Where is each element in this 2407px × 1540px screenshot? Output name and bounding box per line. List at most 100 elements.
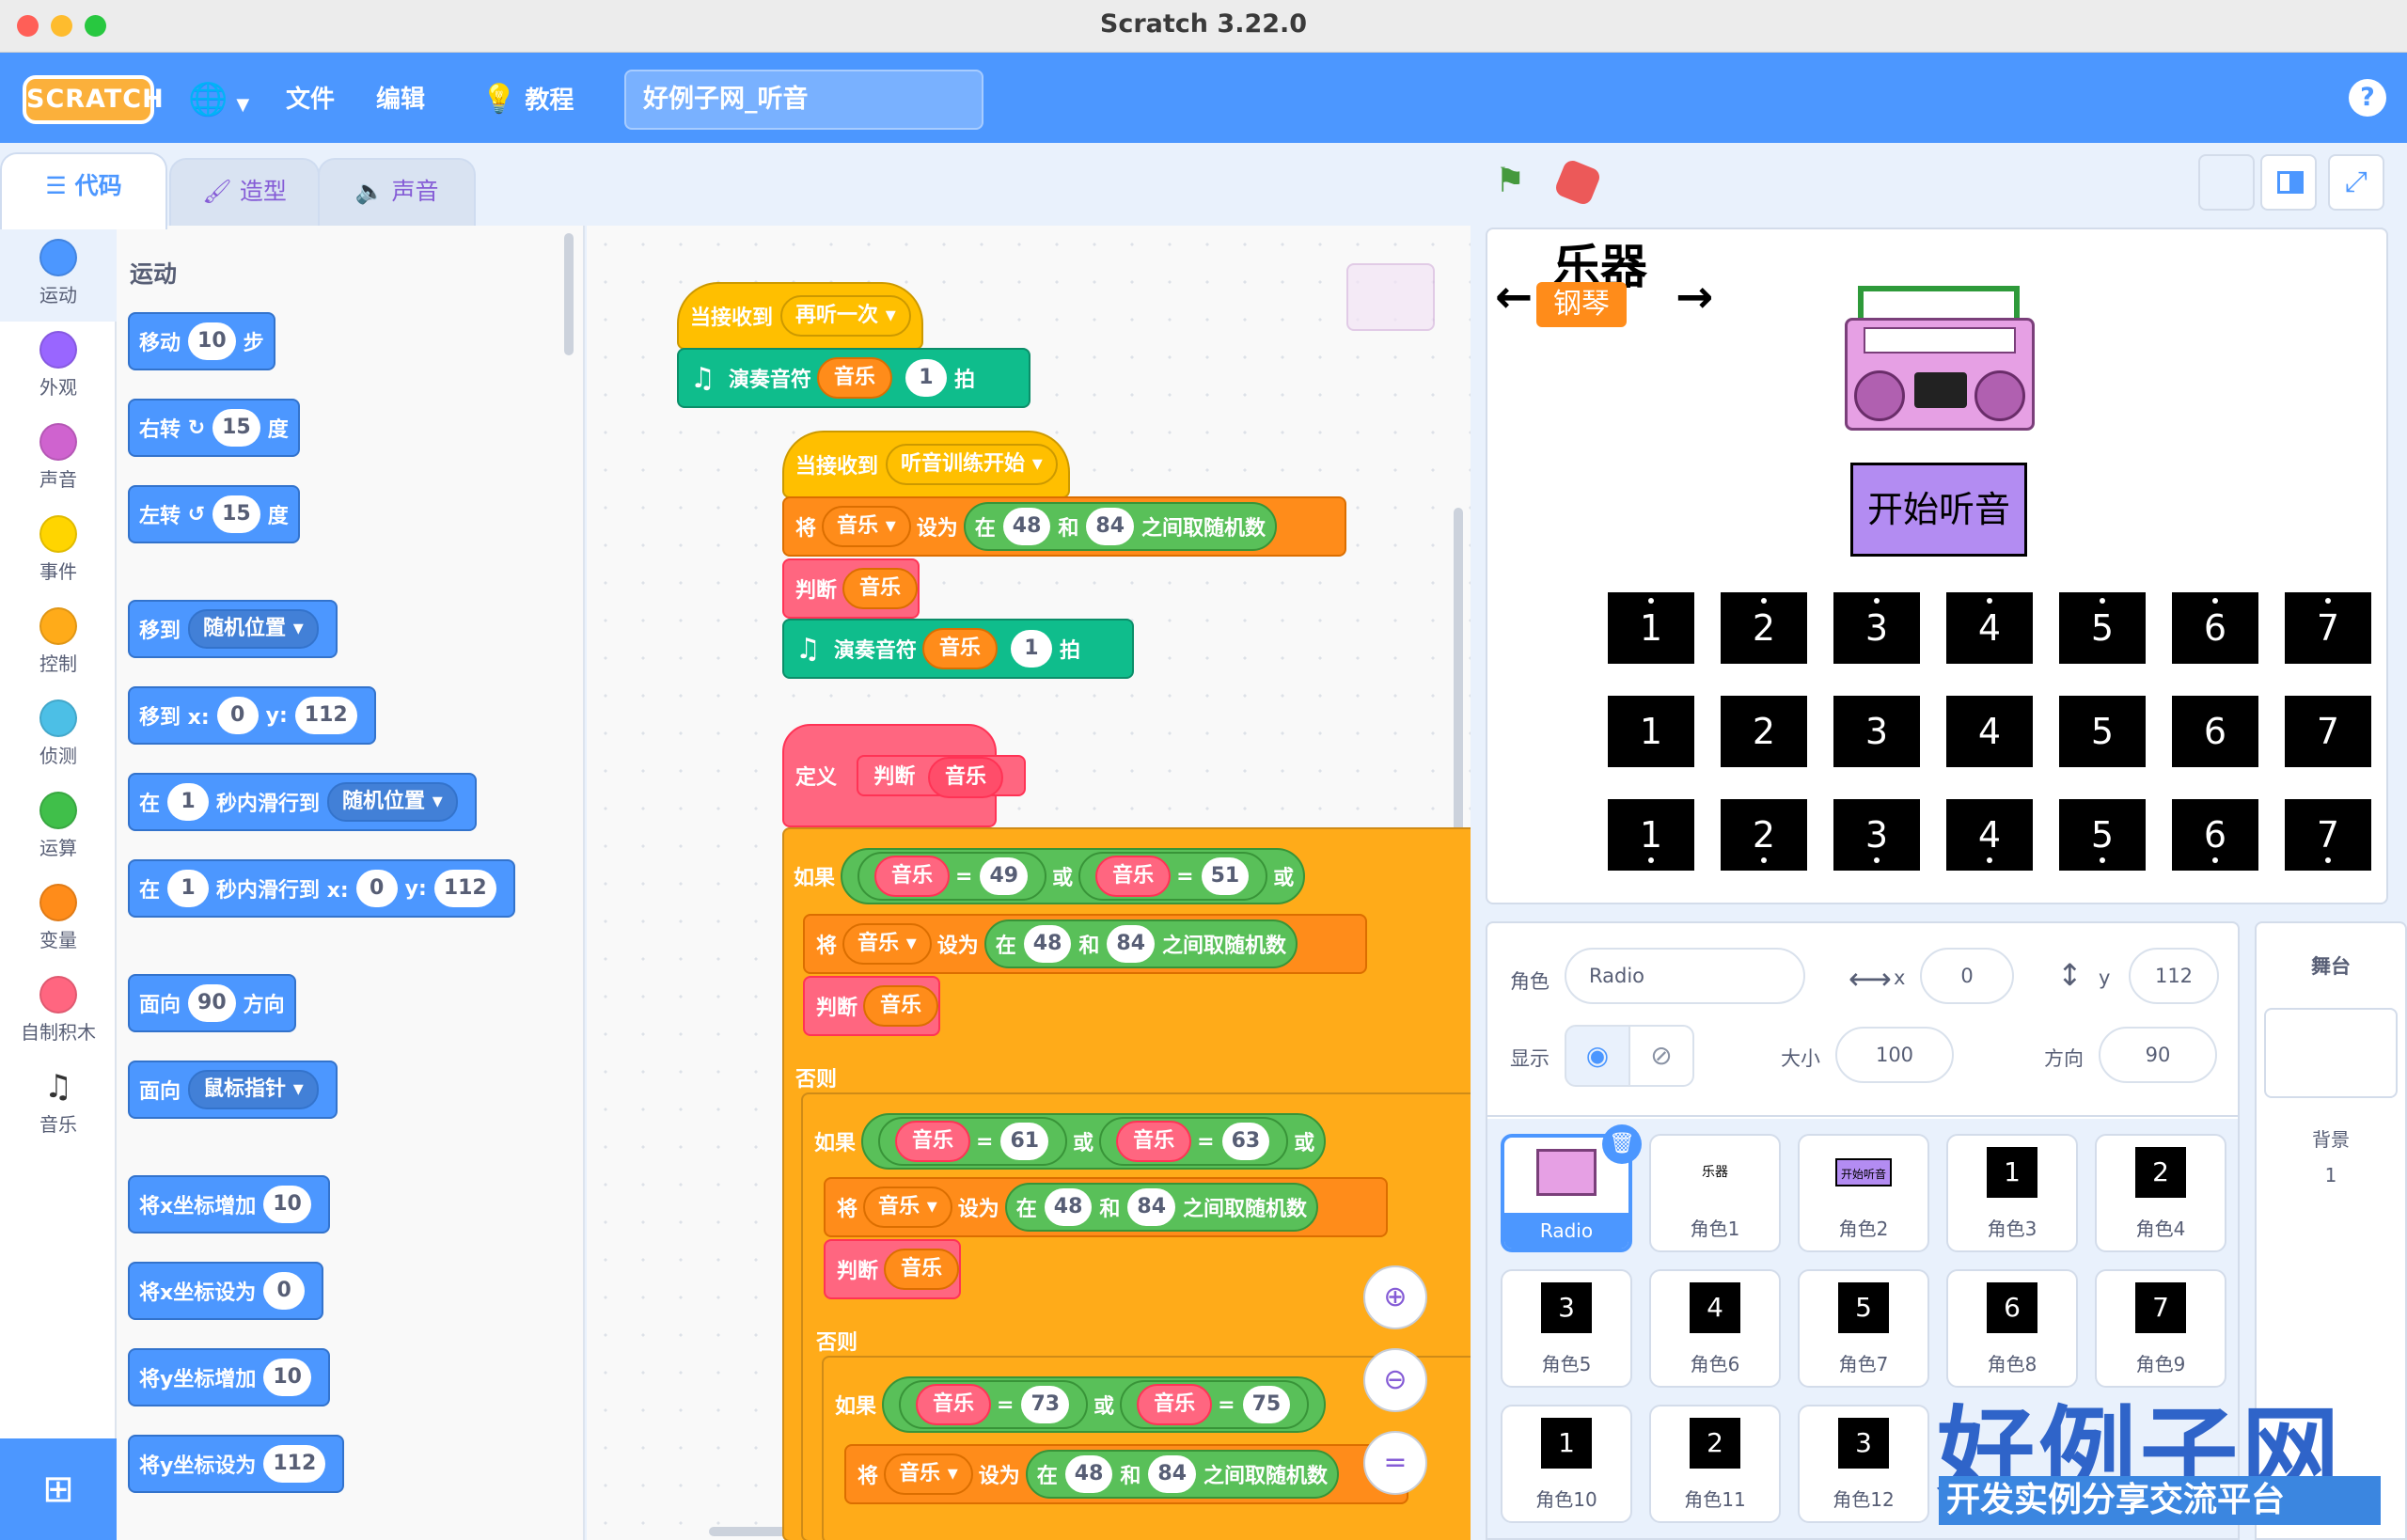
define-block[interactable]: 定义 判断 音乐 bbox=[782, 724, 1027, 827]
or-operator[interactable]: 音乐 = 49 或音乐 = 51 或 bbox=[841, 848, 1306, 904]
category-5[interactable]: 侦测 bbox=[0, 690, 117, 782]
edit-menu[interactable]: 编辑 bbox=[376, 79, 425, 120]
set-y-block[interactable]: 将y坐标设为 112 bbox=[128, 1435, 345, 1493]
variable-dropdown[interactable]: 音乐 ▾ bbox=[822, 506, 911, 547]
point-direction-block[interactable]: 面向 90 方向 bbox=[128, 974, 296, 1032]
y-input[interactable]: 112 bbox=[263, 1445, 326, 1483]
turn-left-block[interactable]: 左转 ↺ 15 度 bbox=[128, 485, 300, 543]
sprite-tile[interactable]: 5 角色7 bbox=[1798, 1269, 1929, 1388]
degrees-input[interactable]: 15 bbox=[212, 495, 260, 533]
play-note-block[interactable]: ♫ 演奏音符 音乐 1 拍 bbox=[677, 348, 1030, 408]
to-input[interactable]: 84 bbox=[1148, 1455, 1197, 1493]
size-input[interactable]: 100 bbox=[1835, 1027, 1954, 1083]
glide-block[interactable]: 在 1 秒内滑行到 随机位置 ▾ bbox=[128, 773, 477, 831]
y-input[interactable]: 112 bbox=[294, 697, 357, 734]
sprite-tile[interactable]: 6 角色8 bbox=[1946, 1269, 2078, 1388]
sprite-name-input[interactable]: Radio bbox=[1565, 948, 1805, 1004]
help-button[interactable]: ? bbox=[2349, 79, 2386, 117]
equals-operator[interactable]: 音乐 = 49 bbox=[857, 852, 1047, 901]
x-input[interactable]: 0 bbox=[216, 697, 259, 734]
stop-button[interactable] bbox=[1552, 157, 1603, 208]
sprite-tile[interactable]: 2 角色11 bbox=[1649, 1405, 1781, 1523]
equals-operator[interactable]: 音乐 = 73 bbox=[899, 1380, 1089, 1429]
language-menu[interactable]: 🌐 ▼ bbox=[188, 79, 249, 120]
go-to-block[interactable]: 移到 随机位置 ▾ bbox=[128, 600, 338, 658]
category-1[interactable]: 外观 bbox=[0, 322, 117, 414]
script-area[interactable]: 当接收到 再听一次 ▾ ♫ 演奏音符 音乐 1 拍 当接收到 听音训练开始 ▾ 将音乐 ▾ 设… bbox=[587, 226, 1471, 1540]
show-hidden-button[interactable]: ⊘ bbox=[1628, 1025, 1694, 1087]
sprite-tile[interactable]: 1 角色3 bbox=[1946, 1134, 2078, 1252]
category-7[interactable]: 变量 bbox=[0, 874, 117, 966]
value-input[interactable]: 61 bbox=[1000, 1123, 1049, 1160]
y-input[interactable]: 112 bbox=[433, 870, 496, 907]
radio-sprite[interactable] bbox=[1845, 286, 2035, 431]
show-visible-button[interactable]: ◉ bbox=[1565, 1025, 1630, 1087]
note-key-1-3[interactable]: 4 bbox=[1946, 696, 2033, 767]
to-input[interactable]: 84 bbox=[1086, 508, 1135, 545]
add-extension-button[interactable]: ⊞ bbox=[0, 1438, 117, 1540]
set-x-block[interactable]: 将x坐标设为 0 bbox=[128, 1262, 324, 1320]
category-0[interactable]: 运动 bbox=[0, 229, 117, 322]
note-key-1-1[interactable]: 2 bbox=[1721, 696, 1807, 767]
category-8[interactable]: 自制积木 bbox=[0, 966, 117, 1059]
variable-dropdown[interactable]: 音乐 ▾ bbox=[842, 923, 932, 965]
music-variable-reporter[interactable]: 音乐 bbox=[1116, 1121, 1192, 1162]
sprite-tile[interactable]: 开始听音 角色2 bbox=[1798, 1134, 1929, 1252]
x-input[interactable]: 10 bbox=[263, 1186, 311, 1223]
value-input[interactable]: 51 bbox=[1201, 857, 1250, 895]
point-towards-block[interactable]: 面向 鼠标指针 ▾ bbox=[128, 1061, 338, 1119]
palette-scrollbar[interactable] bbox=[564, 233, 574, 355]
instrument-label[interactable]: 钢琴 bbox=[1536, 282, 1627, 327]
value-input[interactable]: 63 bbox=[1221, 1123, 1270, 1160]
note-key-1-2[interactable]: 3 bbox=[1833, 696, 1920, 767]
note-key-1-6[interactable]: 7 bbox=[2285, 696, 2371, 767]
music-variable-reporter[interactable]: 音乐 bbox=[842, 568, 919, 609]
glide-dropdown[interactable]: 随机位置 ▾ bbox=[327, 782, 458, 822]
note-key-1-4[interactable]: 5 bbox=[2059, 696, 2146, 767]
parameter-reporter[interactable]: 音乐 bbox=[928, 757, 1004, 798]
fullscreen-button[interactable]: ⤢ bbox=[2328, 154, 2384, 211]
green-flag-button[interactable]: ⚑ bbox=[1495, 162, 1536, 203]
tab-sounds[interactable]: 🔈 声音 bbox=[318, 158, 476, 228]
judge-custom-block[interactable]: 判断 音乐 bbox=[782, 558, 920, 619]
or-operator[interactable]: 音乐 = 73 或音乐 = 75 bbox=[882, 1376, 1327, 1433]
variable-dropdown[interactable]: 音乐 ▾ bbox=[884, 1454, 973, 1495]
tutorials-menu[interactable]: 💡 教程 bbox=[481, 79, 574, 120]
delete-sprite-button[interactable]: 🗑 bbox=[1602, 1124, 1642, 1164]
note-key-1-5[interactable]: 6 bbox=[2172, 696, 2258, 767]
set-variable-block[interactable]: 将音乐 ▾ 设为在 48 和 84 之间取随机数 bbox=[824, 1177, 1388, 1237]
x-input[interactable]: 0 bbox=[1920, 948, 2014, 1004]
small-stage-button[interactable] bbox=[2198, 154, 2255, 211]
go-to-xy-block[interactable]: 移到 x: 0 y: 112 bbox=[128, 686, 376, 745]
beats-input[interactable]: 1 bbox=[1010, 630, 1052, 668]
normal-stage-button[interactable] bbox=[2260, 154, 2317, 211]
sprite-tile[interactable]: 3 角色12 bbox=[1798, 1405, 1929, 1523]
stage-thumbnail[interactable] bbox=[2264, 1008, 2398, 1098]
stage-selector[interactable]: 舞台 背景 1 bbox=[2255, 921, 2407, 1540]
category-6[interactable]: 运算 bbox=[0, 782, 117, 874]
direction-input[interactable]: 90 bbox=[188, 984, 236, 1022]
degrees-input[interactable]: 15 bbox=[212, 409, 260, 447]
to-input[interactable]: 84 bbox=[1127, 1188, 1176, 1226]
music-variable-reporter[interactable]: 音乐 bbox=[816, 357, 892, 399]
set-variable-block[interactable]: 将音乐 ▾ 设为在 48 和 84 之间取随机数 bbox=[782, 496, 1346, 557]
sprite-tile[interactable]: Radio 🗑 bbox=[1501, 1124, 1642, 1252]
tab-costumes[interactable]: 🖌 造型 bbox=[169, 158, 320, 228]
set-variable-block[interactable]: 将音乐 ▾ 设为在 48 和 84 之间取随机数 bbox=[803, 914, 1367, 974]
to-input[interactable]: 84 bbox=[1107, 925, 1156, 963]
x-input[interactable]: 0 bbox=[355, 870, 398, 907]
value-input[interactable]: 49 bbox=[980, 857, 1029, 895]
message-dropdown[interactable]: 再听一次 ▾ bbox=[780, 295, 911, 337]
tab-code[interactable]: ☰ 代码 bbox=[0, 152, 167, 229]
note-key-1-0[interactable]: 1 bbox=[1608, 696, 1694, 767]
random-operator[interactable]: 在 48 和 84 之间取随机数 bbox=[963, 502, 1278, 551]
judge-custom-block[interactable]: 判断 音乐 bbox=[803, 976, 940, 1036]
left-arrow[interactable]: ← bbox=[1495, 271, 1533, 323]
equals-operator[interactable]: 音乐 = 75 bbox=[1120, 1380, 1310, 1429]
direction-input[interactable]: 90 bbox=[2099, 1027, 2217, 1083]
when-receive-hat-block[interactable]: 当接收到 再听一次 ▾ bbox=[677, 282, 923, 350]
random-operator[interactable]: 在 48 和 84 之间取随机数 bbox=[1025, 1450, 1340, 1499]
sprite-tile[interactable]: 7 角色9 bbox=[2095, 1269, 2226, 1388]
from-input[interactable]: 48 bbox=[1023, 925, 1072, 963]
scratch-logo[interactable]: SCRATCH bbox=[23, 75, 164, 124]
